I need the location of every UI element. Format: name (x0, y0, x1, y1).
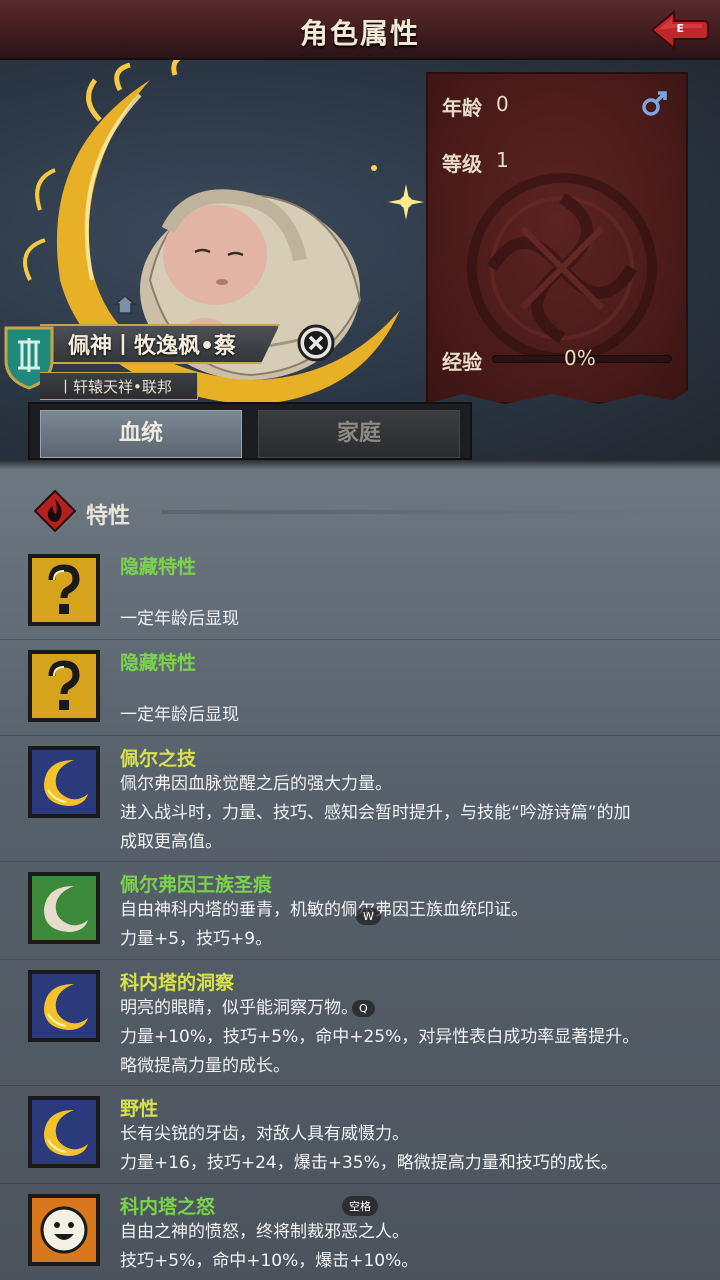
trait-name: 佩尔弗因王族圣痕 (120, 874, 273, 896)
question-mark-icon (28, 650, 100, 722)
trait-row[interactable]: 佩尔之技 佩尔弗因血脉觉醒之后的强大力量。 进入战斗时，力量、技巧、感知会暂时提… (0, 736, 720, 862)
trait-name: 隐藏特性 (120, 652, 197, 674)
key-hint-w: W (356, 908, 381, 925)
character-nation: 丨轩辕天祥•联邦 (58, 378, 172, 396)
tab-bloodline[interactable]: 血统 (40, 410, 242, 458)
trait-desc-line: 佩尔弗因血脉觉醒之后的强大力量。 (120, 774, 392, 794)
section-divider (162, 510, 682, 514)
back-key-hint: E (676, 22, 684, 35)
trait-desc-line: 明亮的眼睛，似乎能洞察万物。 (120, 998, 358, 1018)
male-gender-icon (642, 91, 667, 116)
home-badge-icon (114, 294, 136, 314)
trait-name: 科内塔之怒 (120, 1196, 216, 1218)
traits-section-header: 特性 (34, 490, 714, 534)
trait-desc-line: 成取更高值。 (120, 832, 222, 852)
tab-bar: 血统 家庭 (28, 402, 472, 460)
white-crescent-icon (28, 872, 100, 944)
header-bar: 角色属性 E (0, 0, 720, 60)
close-icon[interactable] (296, 323, 336, 363)
trait-desc-line: 自由之神的愤怒，终将制裁邪恶之人。 (120, 1222, 409, 1242)
trait-desc-line: 技巧+5%，命中+10%，爆击+10%。 (120, 1251, 419, 1271)
exp-value: 0% (564, 346, 596, 370)
key-hint-space: 空格 (342, 1196, 378, 1216)
character-panel: 佩神丨牧逸枫•蔡 丨轩辕天祥•联邦 年龄 0 等级 1 经验 0% 血统 家庭 (0, 60, 720, 460)
traits-list[interactable]: 特性 隐藏特性 一定年龄后显现 隐藏特性 一定年龄后显现 佩尔之技 佩尔弗因血脉… (0, 460, 720, 1280)
age-label: 年龄 (442, 96, 482, 120)
crescent-moon-icon (28, 970, 100, 1042)
flame-badge-icon (34, 490, 76, 532)
trait-name: 科内塔的洞察 (120, 972, 235, 994)
level-label: 等级 (442, 152, 482, 176)
question-mark-icon (28, 554, 100, 626)
trait-desc-line: 长有尖锐的牙齿，对敌人具有威慑力。 (120, 1124, 409, 1144)
trait-name: 隐藏特性 (120, 556, 197, 578)
age-value: 0 (496, 92, 509, 116)
trait-desc-line: 力量+10%，技巧+5%，命中+25%，对异性表白成功率显著提升。 (120, 1027, 640, 1047)
smiley-face-icon (28, 1194, 100, 1266)
trait-desc-line: 略微提高力量的成长。 (120, 1056, 290, 1076)
trait-desc-line: 一定年龄后显现 (120, 705, 239, 725)
exp-label: 经验 (442, 350, 482, 374)
trait-desc-line: 一定年龄后显现 (120, 609, 239, 629)
trait-desc-line: 力量+16，技巧+24，爆击+35%，略微提高力量和技巧的成长。 (120, 1153, 618, 1173)
tab-family[interactable]: 家庭 (258, 410, 460, 458)
trait-name: 野性 (120, 1098, 159, 1120)
trait-desc-line: 自由神科内塔的垂青，机敏的佩尔弗因王族血统印证。 (120, 900, 528, 920)
crescent-moon-icon (28, 1096, 100, 1168)
key-hint-q: Q (352, 1000, 375, 1017)
crescent-moon-icon (28, 746, 100, 818)
celtic-knot-emblem (467, 173, 657, 363)
level-value: 1 (496, 148, 509, 172)
trait-row[interactable]: 隐藏特性 一定年龄后显现 (0, 640, 720, 736)
section-title: 特性 (86, 504, 131, 529)
trait-row[interactable]: 野性 长有尖锐的牙齿，对敌人具有威慑力。 力量+16，技巧+24，爆击+35%，… (0, 1086, 720, 1184)
trait-desc-line: 力量+5，技巧+9。 (120, 929, 273, 949)
character-name: 佩神丨牧逸枫•蔡 (68, 334, 237, 359)
page-title: 角色属性 (299, 17, 420, 50)
trait-desc-line: 进入战斗时，力量、技巧、感知会暂时提升，与技能“吟游诗篇”的加 (120, 803, 631, 823)
trait-row[interactable]: 科内塔的洞察 明亮的眼睛，似乎能洞察万物。 力量+10%，技巧+5%，命中+25… (0, 960, 720, 1086)
trait-row[interactable]: 隐藏特性 一定年龄后显现 (0, 544, 720, 640)
trait-name: 佩尔之技 (120, 748, 197, 770)
